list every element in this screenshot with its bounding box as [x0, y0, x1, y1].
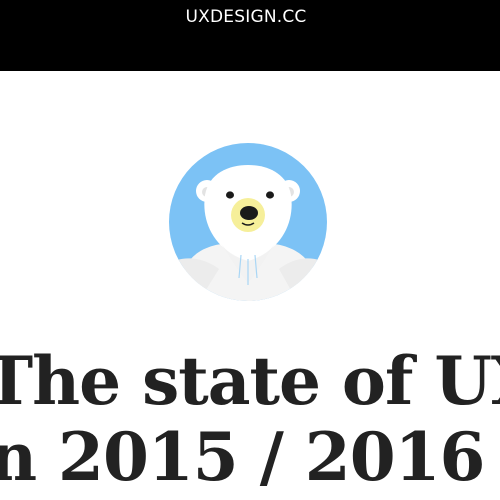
article-title-line-2: in 2015 / 2016 — [0, 418, 485, 496]
site-name-link[interactable]: UXDESIGN.CC — [0, 7, 492, 27]
article-title: The state of UX in 2015 / 2016 — [0, 343, 500, 495]
polar-bear-icon — [169, 143, 327, 301]
top-bar: UXDESIGN.CC — [0, 0, 500, 71]
article-title-line-1: The state of UX — [0, 342, 500, 420]
publication-logo[interactable] — [169, 143, 327, 301]
page: UXDESIGN.CC The state of U in 2015 / 201… — [0, 0, 500, 500]
